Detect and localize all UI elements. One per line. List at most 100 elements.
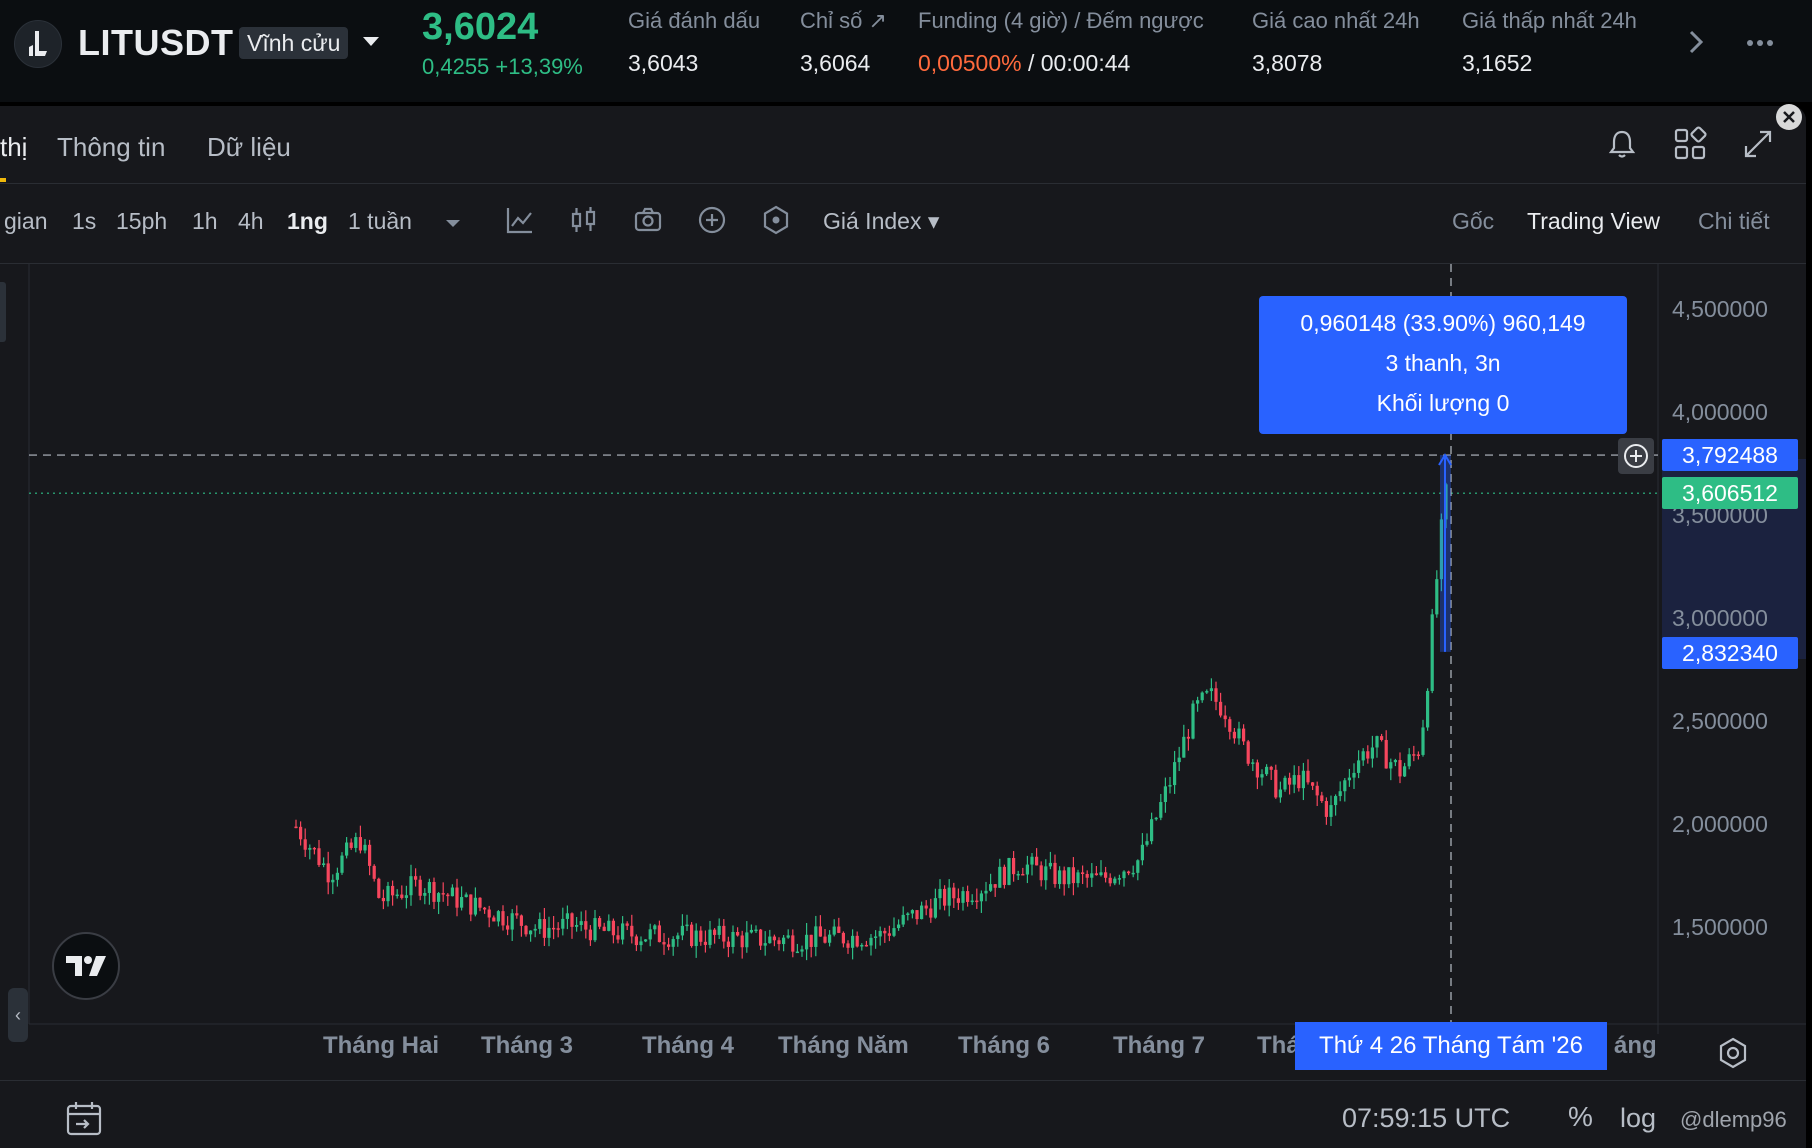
drawing-tools-icon[interactable] xyxy=(760,204,792,236)
candle-body xyxy=(584,921,588,930)
chevron-down-icon[interactable] xyxy=(358,28,384,54)
funding-separator: / xyxy=(1021,50,1041,76)
candle-body xyxy=(989,884,993,891)
layout-grid-icon[interactable] xyxy=(1672,126,1708,162)
candle-body xyxy=(828,934,832,943)
candle-body xyxy=(1352,772,1356,778)
candle-body xyxy=(1067,867,1071,885)
candle-body xyxy=(1278,789,1282,798)
candle-body xyxy=(1412,754,1416,756)
candle-body xyxy=(368,844,372,866)
fullscreen-icon[interactable] xyxy=(1740,126,1776,162)
index-price-stat: Chỉ số ↗ 3,6064 xyxy=(800,8,887,77)
candle-body xyxy=(1039,865,1043,881)
candle-body xyxy=(404,895,408,898)
timeframe-15m[interactable]: 15ph xyxy=(116,208,167,235)
candle-body xyxy=(814,926,818,947)
timeframe-1s[interactable]: 1s xyxy=(72,208,96,235)
candle-body xyxy=(1048,862,1052,867)
add-alert-button[interactable] xyxy=(1618,438,1654,474)
candle-body xyxy=(961,891,965,903)
candle-body xyxy=(823,936,827,943)
funding-label[interactable]: Funding (4 giờ) / Đếm ngược xyxy=(918,8,1204,34)
log-scale-toggle[interactable]: log xyxy=(1620,1103,1656,1134)
candle-body xyxy=(1108,877,1112,884)
timeframe-4h[interactable]: 4h xyxy=(238,208,264,235)
caret-down-icon[interactable] xyxy=(440,210,466,236)
watermark: @dlemp96 xyxy=(1680,1107,1787,1132)
candle-body xyxy=(722,925,726,942)
timeframe-1h[interactable]: 1h xyxy=(192,208,218,235)
candle-body xyxy=(1255,762,1259,778)
tab-info[interactable]: Thông tin xyxy=(57,132,165,163)
bell-icon[interactable] xyxy=(1604,126,1640,162)
panel-tabs: thị Thông tin Dữ liệu xyxy=(0,106,1806,184)
indicator-chart-icon[interactable] xyxy=(504,204,536,236)
candle-body xyxy=(970,900,974,903)
tab-market[interactable]: thị xyxy=(0,132,27,163)
candle-body xyxy=(1090,873,1094,878)
percent-scale-toggle[interactable]: % xyxy=(1568,1101,1593,1133)
candle-body xyxy=(542,919,546,938)
left-toolbar-handle[interactable] xyxy=(0,282,6,342)
candle-body xyxy=(634,936,638,946)
more-icon[interactable] xyxy=(1740,28,1780,58)
candle-body xyxy=(1030,856,1034,865)
chevron-right-icon[interactable] xyxy=(1680,24,1712,60)
candle-body xyxy=(703,941,707,945)
view-original[interactable]: Gốc xyxy=(1452,208,1494,235)
candle-body xyxy=(653,925,657,930)
symbol-name[interactable]: LITUSDT xyxy=(78,22,233,64)
candle-body xyxy=(772,936,776,941)
candle-body xyxy=(910,910,914,914)
candle-body xyxy=(1389,762,1393,769)
candle-body xyxy=(1007,857,1011,885)
candle-body xyxy=(1292,775,1296,785)
candle-body xyxy=(947,887,951,906)
tradingview-icon xyxy=(66,956,106,976)
settings-icon[interactable] xyxy=(1716,1036,1750,1070)
low-24h-value: 3,1652 xyxy=(1462,50,1533,76)
candle-body xyxy=(1274,769,1278,798)
candle-body xyxy=(322,863,326,866)
measure-low-tag: 2,832340 xyxy=(1662,637,1798,669)
candle-body xyxy=(713,929,717,935)
tab-data[interactable]: Dữ liệu xyxy=(207,132,291,163)
index-price-label[interactable]: Chỉ số ↗ xyxy=(800,8,887,34)
candle-body xyxy=(1398,760,1402,777)
collapse-toolbar-button[interactable]: ‹ xyxy=(8,988,28,1042)
timeframe-1d[interactable]: 1ng xyxy=(287,208,328,235)
mark-price-label[interactable]: Giá đánh dấu xyxy=(628,8,760,34)
candle-body xyxy=(768,936,772,944)
candle-body xyxy=(335,872,339,880)
crosshair-date-tag: Thứ 4 26 Tháng Tám '26 xyxy=(1295,1022,1607,1070)
candle-body xyxy=(1044,866,1048,881)
camera-icon[interactable] xyxy=(632,204,664,236)
candle-body xyxy=(1136,860,1140,873)
candle-body xyxy=(1338,791,1342,797)
candle-body xyxy=(312,847,316,850)
candle-type-icon[interactable] xyxy=(568,204,600,236)
candle-body xyxy=(754,929,758,932)
low-24h-label: Giá thấp nhất 24h xyxy=(1462,8,1637,33)
candle-body xyxy=(593,918,597,941)
y-axis-label: 4,500000 xyxy=(1672,296,1768,322)
price-source-select[interactable]: Giá Index ▾ xyxy=(823,208,939,235)
candle-body xyxy=(1380,736,1384,740)
mark-price-stat: Giá đánh dấu 3,6043 xyxy=(628,8,760,77)
candle-body xyxy=(1430,614,1434,691)
ticker-header: LITUSDT Vĩnh cửu 3,6024 0,4255 +13,39% G… xyxy=(0,0,1812,102)
view-depth[interactable]: Chi tiết xyxy=(1698,208,1770,235)
candle-body xyxy=(363,844,367,851)
add-indicator-icon[interactable] xyxy=(696,204,728,236)
candle-body xyxy=(506,925,510,930)
view-tradingview[interactable]: Trading View xyxy=(1527,208,1660,235)
utc-clock[interactable]: 07:59:15 UTC xyxy=(1342,1103,1510,1134)
high-24h-label: Giá cao nhất 24h xyxy=(1252,8,1420,33)
candle-body xyxy=(915,910,919,920)
candle-body xyxy=(887,933,891,936)
candle-body xyxy=(349,842,353,848)
timeframe-1w[interactable]: 1 tuần xyxy=(348,208,412,235)
price-change: 0,4255 +13,39% xyxy=(422,54,583,79)
date-range-icon[interactable] xyxy=(64,1099,104,1139)
